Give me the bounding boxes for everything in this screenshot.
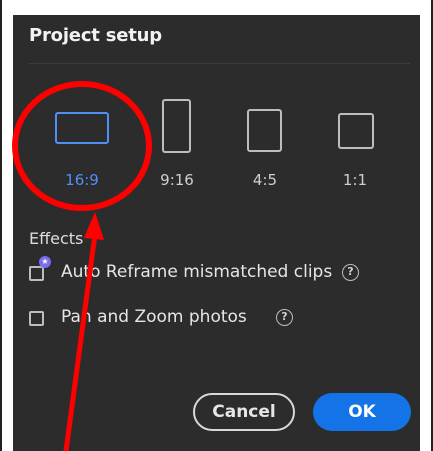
ratio-option-1-1[interactable]: 1:1	[321, 87, 401, 197]
ratio-label: 9:16	[160, 171, 194, 189]
screenshot: Project setup 16:9 9:16 4:5 1:1 Effects …	[0, 0, 433, 451]
square-frame-icon	[338, 113, 374, 149]
pan-zoom-option[interactable]: Pan and Zoom photos ?	[29, 307, 409, 331]
help-icon[interactable]: ?	[276, 309, 293, 326]
pan-zoom-checkbox[interactable]	[29, 311, 44, 326]
auto-reframe-checkbox[interactable]	[29, 266, 44, 281]
pan-zoom-label: Pan and Zoom photos	[61, 307, 247, 327]
project-setup-dialog: Project setup 16:9 9:16 4:5 1:1 Effects …	[13, 15, 420, 451]
portrait-frame-icon	[247, 109, 282, 152]
ratio-option-16-9[interactable]: 16:9	[52, 87, 132, 197]
ratio-option-4-5[interactable]: 4:5	[233, 87, 313, 197]
ratio-label: 16:9	[65, 171, 99, 189]
ratio-option-9-16[interactable]: 9:16	[143, 87, 223, 197]
dialog-title: Project setup	[29, 25, 162, 46]
ok-button[interactable]: OK	[313, 393, 411, 431]
cancel-button[interactable]: Cancel	[193, 393, 295, 431]
portrait-frame-icon	[162, 99, 191, 153]
star-badge-icon: ★	[39, 256, 51, 268]
auto-reframe-label: Auto Reframe mismatched clips	[61, 262, 333, 282]
landscape-frame-icon	[55, 112, 109, 144]
left-edge	[0, 0, 2, 451]
divider	[29, 63, 410, 64]
effects-heading: Effects	[29, 229, 84, 248]
ratio-label: 4:5	[252, 171, 278, 189]
help-icon[interactable]: ?	[342, 264, 359, 281]
ratio-label: 1:1	[342, 171, 368, 189]
auto-reframe-option[interactable]: ★ Auto Reframe mismatched clips ?	[29, 256, 409, 286]
